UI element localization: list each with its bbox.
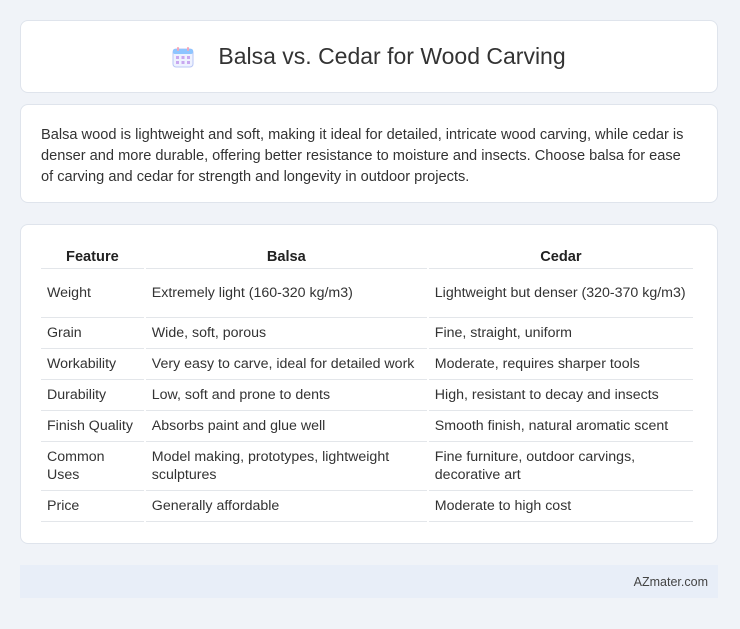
table-row: Common Uses Model making, prototypes, li… — [41, 442, 693, 491]
row-balsa: Generally affordable — [145, 491, 427, 522]
row-feature: Weight — [41, 269, 144, 318]
calendar-icon — [172, 46, 194, 68]
row-feature: Durability — [41, 380, 144, 411]
row-cedar: Moderate to high cost — [428, 491, 693, 522]
row-balsa: Wide, soft, porous — [145, 318, 427, 349]
summary-text: Balsa wood is lightweight and soft, maki… — [41, 127, 684, 185]
title-wrap: Balsa vs. Cedar for Wood Carving — [172, 43, 566, 70]
row-balsa: Low, soft and prone to dents — [145, 380, 427, 411]
table-row: Grain Wide, soft, porous Fine, straight,… — [41, 318, 693, 349]
title-card: Balsa vs. Cedar for Wood Carving — [20, 20, 718, 93]
row-cedar: Fine, straight, uniform — [428, 318, 693, 349]
table-row: Finish Quality Absorbs paint and glue we… — [41, 411, 693, 442]
row-balsa: Very easy to carve, ideal for detailed w… — [145, 349, 427, 380]
row-feature: Finish Quality — [41, 411, 144, 442]
table-header-row: Feature Balsa Cedar — [41, 245, 693, 269]
row-feature: Grain — [41, 318, 144, 349]
row-feature: Price — [41, 491, 144, 522]
header-cedar: Cedar — [428, 245, 693, 269]
row-balsa: Model making, prototypes, lightweight sc… — [145, 442, 427, 491]
table-row: Price Generally affordable Moderate to h… — [41, 491, 693, 522]
row-cedar: Fine furniture, outdoor carvings, decora… — [428, 442, 693, 491]
footer-site-link[interactable]: AZmater.com — [634, 575, 708, 589]
row-balsa: Absorbs paint and glue well — [145, 411, 427, 442]
page-title: Balsa vs. Cedar for Wood Carving — [218, 43, 566, 69]
row-balsa: Extremely light (160-320 kg/m3) — [145, 269, 427, 318]
table-row: Durability Low, soft and prone to dents … — [41, 380, 693, 411]
header-balsa: Balsa — [145, 245, 427, 269]
comparison-table-card: Feature Balsa Cedar Weight Extremely lig… — [20, 224, 718, 544]
table-row: Weight Extremely light (160-320 kg/m3) L… — [41, 269, 693, 318]
header-feature: Feature — [41, 245, 144, 269]
row-feature: Workability — [41, 349, 144, 380]
row-feature: Common Uses — [41, 442, 144, 491]
row-cedar: Smooth finish, natural aromatic scent — [428, 411, 693, 442]
summary-card: Balsa wood is lightweight and soft, maki… — [20, 104, 718, 203]
row-cedar: Lightweight but denser (320-370 kg/m3) — [428, 269, 693, 318]
row-cedar: High, resistant to decay and insects — [428, 380, 693, 411]
comparison-table: Feature Balsa Cedar Weight Extremely lig… — [39, 245, 695, 522]
footer: AZmater.com — [20, 565, 718, 598]
row-cedar: Moderate, requires sharper tools — [428, 349, 693, 380]
table-row: Workability Very easy to carve, ideal fo… — [41, 349, 693, 380]
